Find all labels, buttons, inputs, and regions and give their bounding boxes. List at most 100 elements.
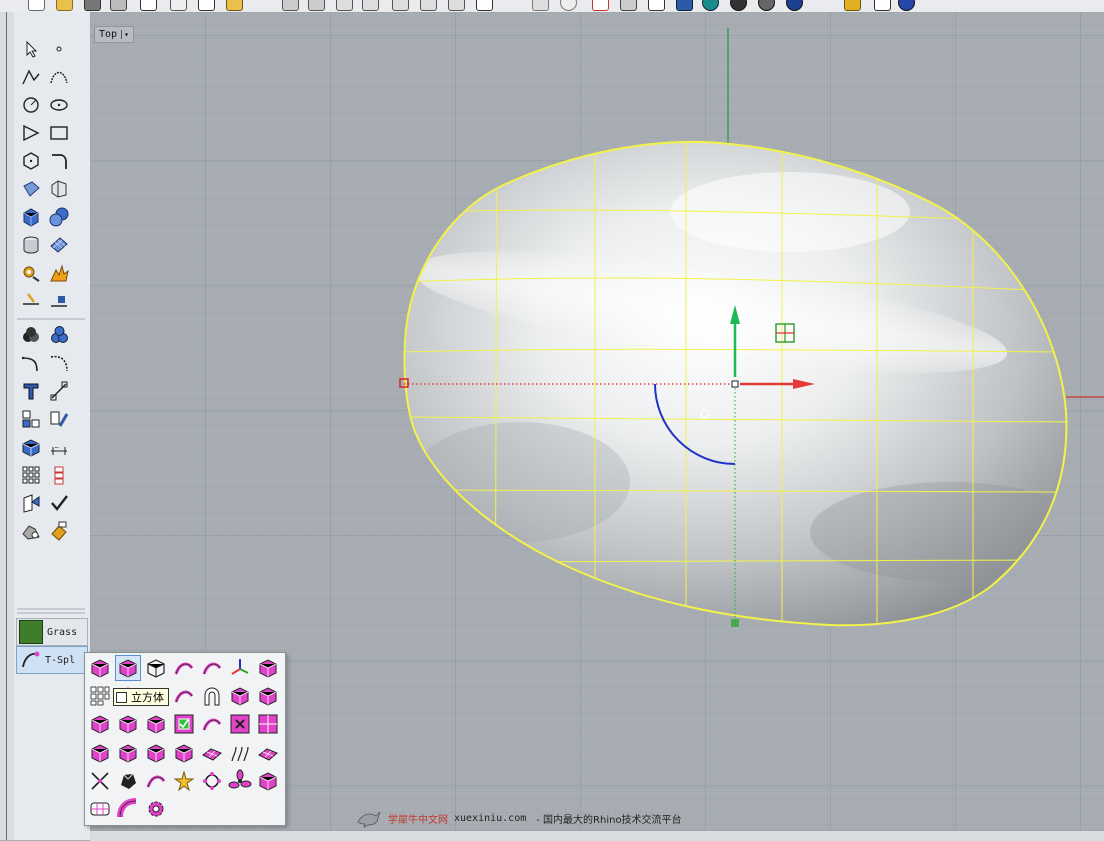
zoom-selected-icon[interactable] [448,0,465,11]
copy-icon[interactable] [140,0,157,11]
options-icon[interactable] [844,0,861,11]
ts-append-icon[interactable] [144,741,168,765]
shaded-sphere-icon[interactable] [702,0,719,11]
ts-points-grid-icon[interactable] [88,684,112,708]
blend-curve-icon[interactable] [48,352,70,374]
ts-unweld-icon[interactable] [144,769,168,793]
mesh-plane-icon[interactable] [48,234,70,256]
open-folder-icon[interactable] [56,0,73,11]
text-object-icon[interactable] [20,380,42,402]
ts-crease-icon[interactable] [256,684,280,708]
ts-insert-edge-icon[interactable] [88,712,112,736]
ts-bend-tube-icon[interactable] [116,797,140,821]
properties-icon[interactable] [592,0,609,11]
paste-icon[interactable] [198,0,215,11]
circle-icon[interactable] [20,94,42,116]
history-icon[interactable] [48,464,70,486]
split-icon[interactable] [20,290,42,312]
ts-grid-icon[interactable] [256,712,280,736]
array-icon[interactable] [20,464,42,486]
help-icon[interactable] [898,0,915,11]
clipboard-icon[interactable] [226,0,243,11]
box-solid-icon[interactable] [20,206,42,228]
light-icon[interactable] [620,0,637,11]
ts-skin-icon[interactable] [200,741,224,765]
ts-propeller-icon[interactable] [256,769,280,793]
ts-bend-icon[interactable] [228,684,252,708]
redo-icon[interactable] [308,0,325,11]
material-editor-icon[interactable] [48,520,70,542]
rendered-sphere-icon[interactable] [730,0,747,11]
fillet-curve-icon[interactable] [48,150,70,172]
dimension-icon[interactable] [48,380,70,402]
explode-icon[interactable] [48,262,70,284]
boolean-union-icon[interactable] [20,324,42,346]
ts-plane-icon[interactable] [88,656,112,680]
ts-fill-hole-icon[interactable] [116,741,140,765]
ts-bridge-icon[interactable] [144,712,168,736]
viewport-layout-icon[interactable] [476,0,493,11]
save-icon[interactable] [84,0,101,11]
block-icon[interactable] [20,436,42,458]
ts-mesh-convert-icon[interactable] [88,797,112,821]
viewport-title[interactable]: Top ▾ [94,26,134,43]
ts-pipe-icon[interactable] [200,656,224,680]
material-icon[interactable] [676,0,693,11]
tools-icon[interactable] [874,0,891,11]
gumball-y-end-handle[interactable] [731,619,739,627]
curve-icon[interactable] [48,66,70,88]
ts-symmetry-icon[interactable] [228,769,252,793]
polygon-icon[interactable] [20,150,42,172]
fillet-edge-icon[interactable] [20,352,42,374]
xray-sphere-icon[interactable] [786,0,803,11]
ghosted-sphere-icon[interactable] [758,0,775,11]
ts-mirror-icon[interactable] [256,741,280,765]
ts-select-check-icon[interactable] [172,712,196,736]
rectangle-icon[interactable] [48,122,70,144]
ts-split-icon[interactable] [88,769,112,793]
ts-weld-icon[interactable] [200,712,224,736]
ts-extrude-icon[interactable] [172,656,196,680]
layer-icon[interactable] [648,0,665,11]
ts-cube-star-icon[interactable] [256,656,280,680]
ts-subdivide-icon[interactable] [88,741,112,765]
sphere-solid-icon[interactable] [48,206,70,228]
transform-gear-icon[interactable] [20,262,42,284]
surface-from-points-icon[interactable] [20,178,42,200]
ts-box-wire-icon[interactable] [144,656,168,680]
ts-smooth-icon[interactable] [228,741,252,765]
ellipse-icon[interactable] [48,94,70,116]
project-icon[interactable] [20,492,42,514]
trim-icon[interactable] [48,290,70,312]
ts-extrude-face-icon[interactable] [116,712,140,736]
analyze-icon[interactable] [48,408,70,430]
ts-star-vertex-icon[interactable] [172,769,196,793]
ts-twist-icon[interactable] [172,684,196,708]
ts-box-icon[interactable] [115,655,141,681]
tab-t-splines[interactable]: T-Spl [16,646,88,674]
viewport-menu-arrow[interactable]: ▾ [121,30,129,39]
zoom-icon[interactable] [362,0,379,11]
tab-grass[interactable]: Grass [16,618,88,646]
print-icon[interactable] [110,0,127,11]
polyline-icon[interactable] [20,66,42,88]
undo-icon[interactable] [282,0,299,11]
ts-arch-icon[interactable] [200,684,224,708]
point-icon[interactable] [48,38,70,60]
render-sphere-icon[interactable] [560,0,577,11]
ts-match-icon[interactable] [200,769,224,793]
ts-settings-gear-icon[interactable] [144,797,168,821]
check-icon[interactable] [48,492,70,514]
grid-icon[interactable] [532,0,549,11]
gumball-center[interactable] [731,380,739,388]
extrude-surface-icon[interactable] [48,178,70,200]
ts-delete-icon[interactable] [228,712,252,736]
ts-stone-icon[interactable] [116,769,140,793]
ts-flip-icon[interactable] [172,741,196,765]
pan-icon[interactable] [336,0,353,11]
cut-icon[interactable] [170,0,187,11]
ts-gumball-icon[interactable] [228,656,252,680]
group-icon[interactable] [20,408,42,430]
boolean-split-icon[interactable] [48,324,70,346]
cylinder-icon[interactable] [20,234,42,256]
